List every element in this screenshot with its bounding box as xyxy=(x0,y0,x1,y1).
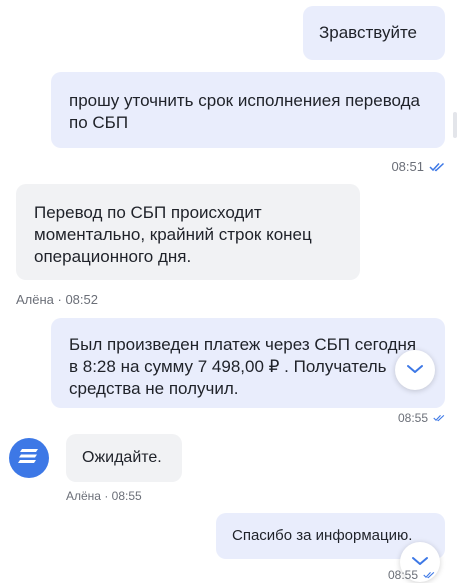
message-text: прошу уточнить срок исполнениея перевода… xyxy=(69,91,421,132)
scrollbar[interactable] xyxy=(453,112,457,138)
outgoing-message: прошу уточнить срок исполнениея перевода… xyxy=(51,72,445,148)
bank-logo-icon xyxy=(18,447,40,470)
message-meta: 08:55 xyxy=(398,411,445,425)
agent-meta: Алёна · 08:55 xyxy=(66,489,142,503)
message-meta: 08:55 xyxy=(388,568,435,582)
message-time: 08:55 xyxy=(397,411,428,425)
message-time: 08:55 xyxy=(388,568,419,582)
incoming-message: Ожидайте. xyxy=(66,434,182,482)
double-check-icon xyxy=(423,571,435,579)
double-check-icon xyxy=(429,162,445,172)
message-meta: 08:51 xyxy=(391,159,445,174)
outgoing-message: Зравствуйте xyxy=(303,6,445,60)
message-text: Был произведен платеж через СБП сегодня … xyxy=(69,335,417,398)
message-text: Ожидайте. xyxy=(82,449,162,466)
double-check-icon xyxy=(433,414,445,422)
incoming-message: Перевод по СБП происходит моментально, к… xyxy=(16,184,360,280)
scroll-down-button[interactable] xyxy=(395,350,435,390)
agent-avatar xyxy=(9,438,49,478)
agent-name-time: Алёна · 08:52 xyxy=(16,292,98,307)
message-text: Зравствуйте xyxy=(319,23,418,42)
message-text: Спасибо за информацию. xyxy=(232,527,413,544)
message-time: 08:51 xyxy=(391,159,424,174)
message-text: Перевод по СБП происходит моментально, к… xyxy=(34,203,312,266)
agent-name-time: Алёна · 08:55 xyxy=(66,489,142,503)
chevron-down-icon xyxy=(406,361,424,379)
agent-meta: Алёна · 08:52 xyxy=(16,292,98,307)
outgoing-message: Был произведен платеж через СБП сегодня … xyxy=(51,318,445,408)
